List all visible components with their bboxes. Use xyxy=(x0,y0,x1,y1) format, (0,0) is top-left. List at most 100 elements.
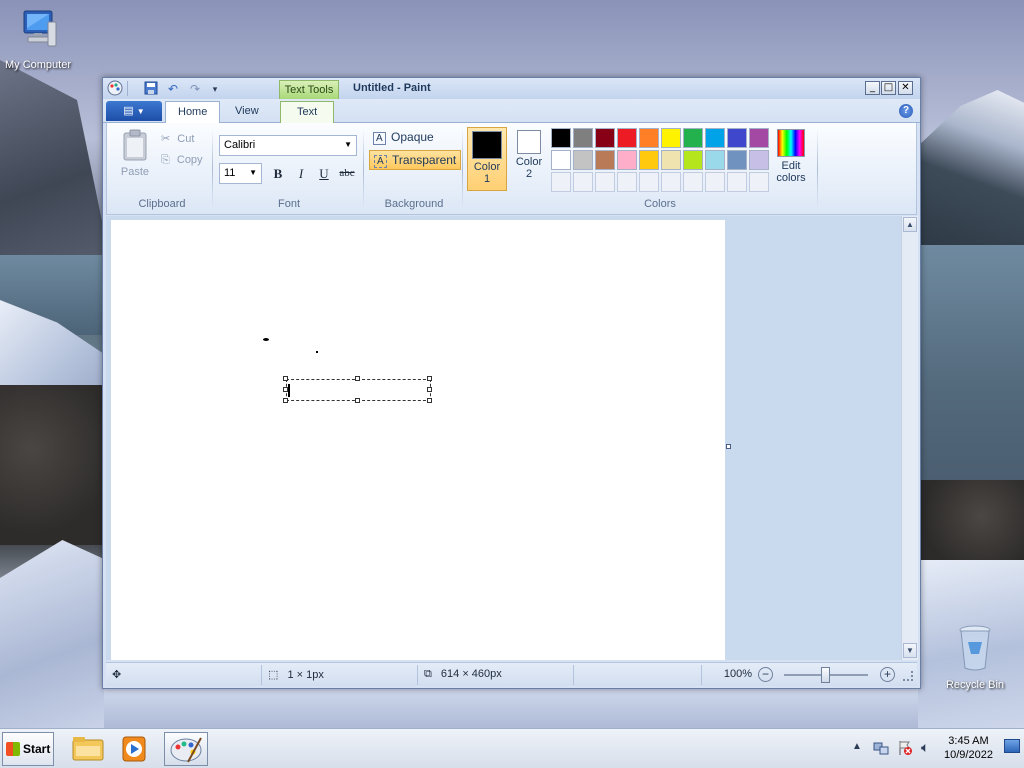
cut-button[interactable]: ✂ Cut xyxy=(161,132,194,145)
resize-handle[interactable] xyxy=(283,376,288,381)
font-size-select[interactable]: 11 ▼ xyxy=(219,163,262,184)
palette-color-swatch[interactable] xyxy=(551,150,571,170)
palette-color-swatch[interactable] xyxy=(727,128,747,148)
network-icon[interactable] xyxy=(873,740,889,759)
redo-icon[interactable]: ↷ xyxy=(187,81,203,97)
palette-color-swatch[interactable] xyxy=(683,150,703,170)
wallpaper-rocks xyxy=(0,385,104,545)
clock[interactable]: 3:45 AM 10/9/2022 xyxy=(944,734,993,762)
paint-palette-icon xyxy=(170,737,202,763)
maximize-button[interactable]: □ xyxy=(881,81,896,95)
palette-color-swatch[interactable] xyxy=(749,128,769,148)
palette-color-swatch[interactable] xyxy=(727,150,747,170)
taskbar-paint[interactable] xyxy=(164,732,208,766)
custom-color-slot[interactable] xyxy=(573,172,593,192)
palette-color-swatch[interactable] xyxy=(683,128,703,148)
opaque-icon: A xyxy=(373,132,386,145)
palette-color-swatch[interactable] xyxy=(595,128,615,148)
custom-color-slot[interactable] xyxy=(639,172,659,192)
group-label-background: Background xyxy=(384,198,444,210)
resize-handle[interactable] xyxy=(283,398,288,403)
tab-text[interactable]: Text xyxy=(280,101,335,123)
custom-color-slot[interactable] xyxy=(727,172,747,192)
show-desktop-button[interactable] xyxy=(1004,739,1020,753)
palette-color-swatch[interactable] xyxy=(661,128,681,148)
volume-icon[interactable]: 🔈︎ xyxy=(921,739,929,756)
taskbar-explorer[interactable] xyxy=(66,732,110,766)
transparent-button[interactable]: A Transparent xyxy=(369,150,462,170)
action-center-icon[interactable] xyxy=(897,740,913,759)
desktop-icon-my-computer[interactable]: My Computer xyxy=(0,8,78,71)
strikethrough-button[interactable]: abc xyxy=(336,163,358,184)
start-button[interactable]: Start xyxy=(2,732,54,766)
palette-color-swatch[interactable] xyxy=(573,128,593,148)
canvas-resize-handle[interactable] xyxy=(726,444,731,449)
computer-icon xyxy=(0,8,78,55)
palette-color-swatch[interactable] xyxy=(705,128,725,148)
vertical-scrollbar[interactable]: ▲ ▼ xyxy=(901,216,918,660)
color-2-label: Color xyxy=(515,156,543,168)
resize-handle[interactable] xyxy=(427,387,432,392)
custom-color-slot[interactable] xyxy=(683,172,703,192)
wallpaper-ice xyxy=(104,688,918,728)
undo-icon[interactable]: ↶ xyxy=(165,81,181,97)
drawing-canvas[interactable] xyxy=(111,220,725,660)
palette-color-swatch[interactable] xyxy=(617,150,637,170)
desktop-icon-recycle-bin[interactable]: Recycle Bin xyxy=(935,624,1015,691)
help-icon[interactable]: ? xyxy=(899,104,913,118)
scroll-down-icon[interactable]: ▼ xyxy=(903,643,917,658)
opaque-button[interactable]: A Opaque xyxy=(369,128,438,148)
font-family-value: Calibri xyxy=(224,139,256,151)
tab-view[interactable]: View xyxy=(223,101,271,123)
edit-colors-button[interactable]: Edit colors xyxy=(771,129,811,184)
resize-handle[interactable] xyxy=(355,376,360,381)
font-family-select[interactable]: Calibri ▼ xyxy=(219,135,357,156)
selection-size: 1 × 1px xyxy=(287,669,324,681)
paint-app-icon[interactable] xyxy=(107,80,123,99)
custom-color-slot[interactable] xyxy=(661,172,681,192)
taskbar-media-player[interactable] xyxy=(112,732,156,766)
save-icon[interactable] xyxy=(143,81,159,97)
custom-color-slot[interactable] xyxy=(749,172,769,192)
palette-color-swatch[interactable] xyxy=(595,150,615,170)
show-hidden-icons[interactable]: ▲ xyxy=(852,741,862,752)
copy-button[interactable]: ⎘ Copy xyxy=(161,154,203,167)
resize-handle[interactable] xyxy=(355,398,360,403)
paint-menu-button[interactable]: ▤ ▼ xyxy=(106,101,162,121)
custom-color-slot[interactable] xyxy=(551,172,571,192)
resize-handle[interactable] xyxy=(427,398,432,403)
zoom-slider-thumb[interactable] xyxy=(821,667,830,683)
underline-button[interactable]: U xyxy=(313,163,335,184)
bold-button[interactable]: B xyxy=(267,163,289,184)
italic-button[interactable]: I xyxy=(290,163,312,184)
paste-button[interactable]: Paste xyxy=(113,129,157,178)
zoom-slider[interactable] xyxy=(784,667,868,683)
resize-grip-icon[interactable] xyxy=(903,671,913,681)
custom-color-slot[interactable] xyxy=(617,172,637,192)
tab-home[interactable]: Home xyxy=(165,101,221,123)
palette-color-swatch[interactable] xyxy=(573,150,593,170)
minimize-button[interactable]: _ xyxy=(865,81,880,95)
chevron-down-icon: ▼ xyxy=(344,140,352,149)
color-1-button[interactable]: Color 1 xyxy=(467,127,507,191)
quick-access-dropdown-icon[interactable]: ▾ xyxy=(207,81,223,97)
custom-color-slot[interactable] xyxy=(705,172,725,192)
zoom-in-button[interactable]: + xyxy=(880,667,895,682)
resize-handle[interactable] xyxy=(283,387,288,392)
scroll-up-icon[interactable]: ▲ xyxy=(903,217,917,232)
paste-label: Paste xyxy=(120,166,150,178)
transparent-icon: A xyxy=(374,155,387,168)
close-button[interactable]: ✕ xyxy=(898,81,913,95)
color-2-button[interactable]: Color 2 xyxy=(509,127,549,191)
palette-color-swatch[interactable] xyxy=(617,128,637,148)
palette-color-swatch[interactable] xyxy=(705,150,725,170)
resize-handle[interactable] xyxy=(427,376,432,381)
palette-color-swatch[interactable] xyxy=(749,150,769,170)
palette-color-swatch[interactable] xyxy=(639,128,659,148)
palette-color-swatch[interactable] xyxy=(551,128,571,148)
palette-color-swatch[interactable] xyxy=(661,150,681,170)
palette-color-swatch[interactable] xyxy=(639,150,659,170)
zoom-out-button[interactable]: − xyxy=(758,667,773,682)
custom-color-slot[interactable] xyxy=(595,172,615,192)
windows-logo-icon xyxy=(6,742,20,756)
